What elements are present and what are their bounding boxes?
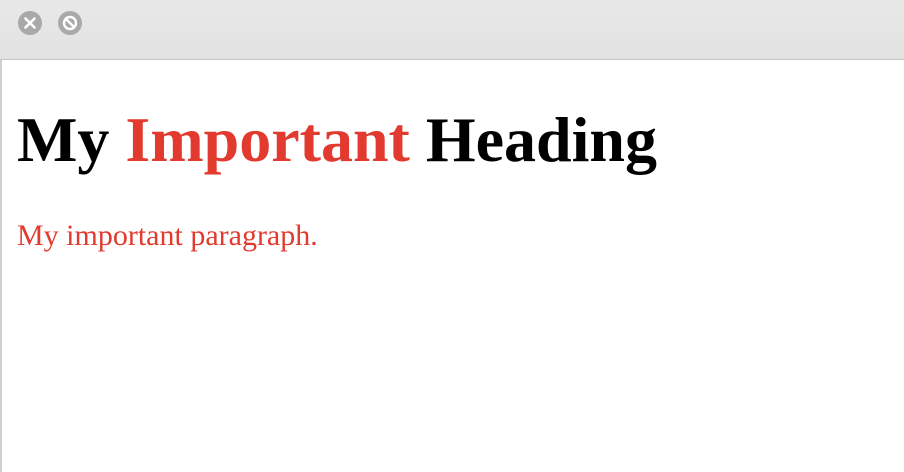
page-content: My Important Heading My important paragr… [0, 60, 904, 472]
close-x-icon [24, 17, 36, 29]
important-paragraph: My important paragraph. [17, 219, 318, 252]
heading-text-my: My [17, 104, 126, 175]
heading-text-heading: Heading [409, 104, 657, 175]
heading-text-important: Important [125, 104, 410, 175]
page-heading: My Important Heading [17, 106, 657, 174]
block-icon [62, 15, 78, 31]
disabled-window-button[interactable] [58, 11, 82, 35]
title-bar [0, 0, 904, 60]
close-window-button[interactable] [18, 11, 42, 35]
browser-window: My Important Heading My important paragr… [0, 0, 904, 472]
